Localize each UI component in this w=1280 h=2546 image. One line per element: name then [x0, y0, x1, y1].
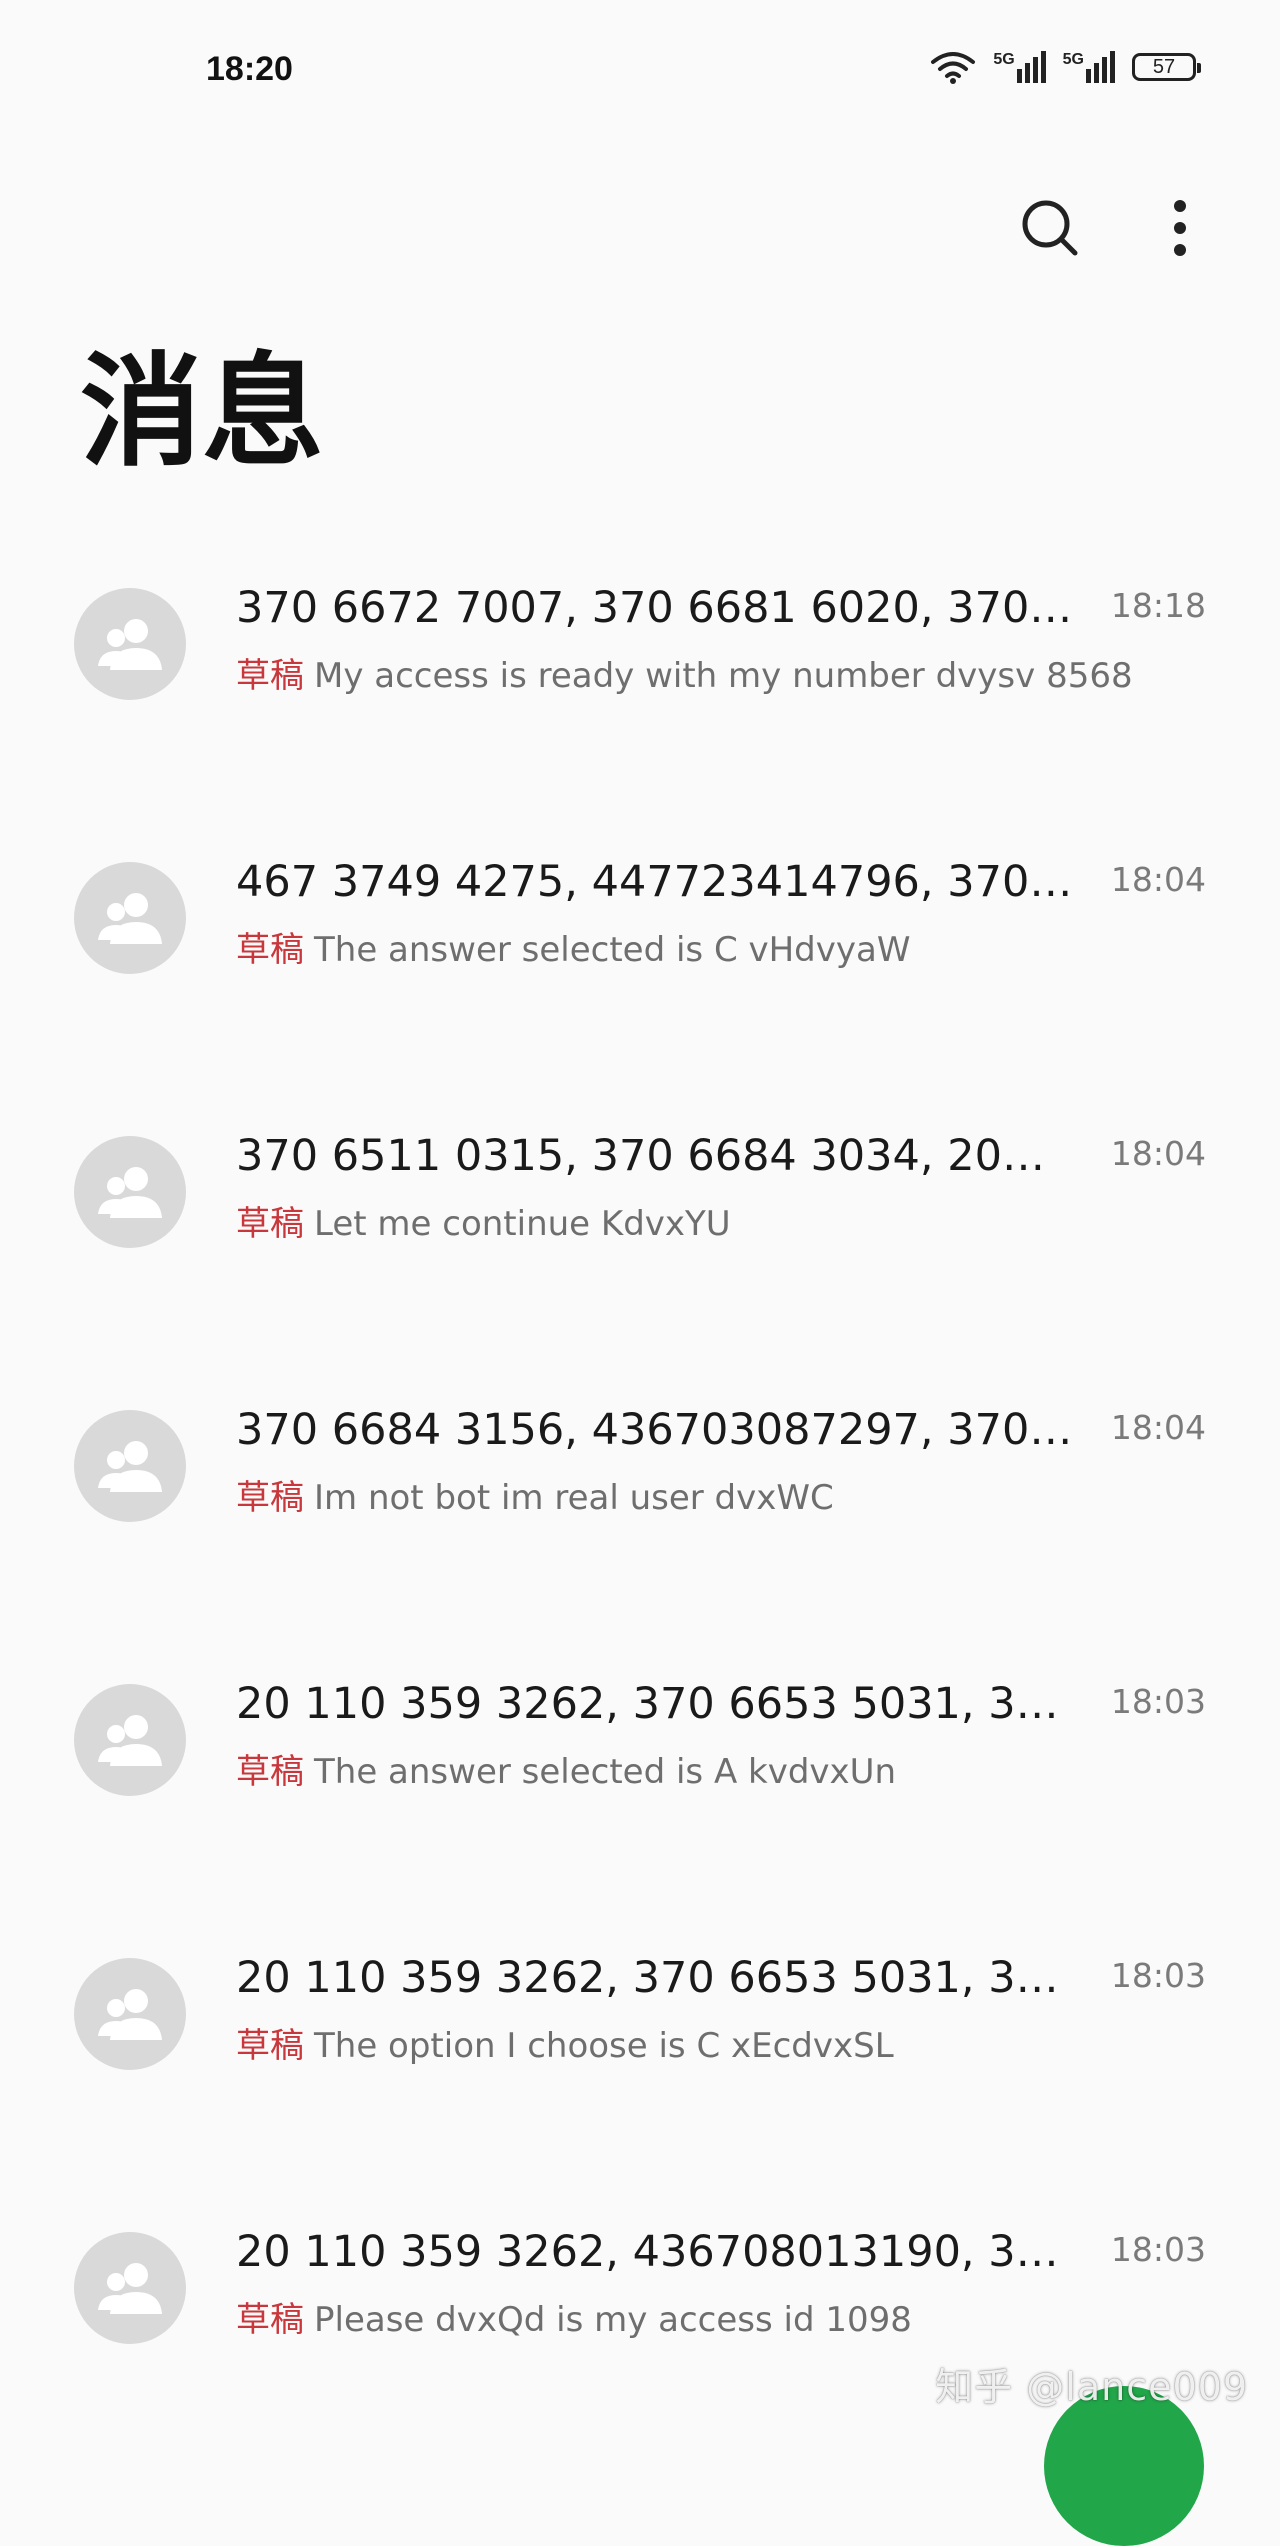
draft-label: 草稿: [236, 2300, 304, 2340]
conversation-item[interactable]: 370 6684 3156, 436703087297, 370… 18:04 …: [0, 1362, 1280, 1636]
conversation-time: 18:04: [1110, 860, 1206, 899]
avatar: [74, 588, 186, 700]
conversation-time: 18:03: [1110, 2230, 1206, 2269]
conversation-preview: 草稿 Please dvxQd is my access id 1098: [236, 2296, 1136, 2344]
conversation-time: 18:03: [1110, 1682, 1206, 1721]
status-time: 18:20: [206, 50, 293, 88]
conversation-preview: 草稿 My access is ready with my number dvys…: [236, 652, 1136, 700]
group-contact-icon: [98, 1715, 162, 1766]
conversation-list: 370 6672 7007, 370 6681 6020, 370… 18:18…: [0, 540, 1280, 2458]
conversation-time: 18:18: [1110, 586, 1206, 625]
conversation-item[interactable]: 20 110 359 3262, 370 6653 5031, 3… 18:03…: [0, 1636, 1280, 1910]
status-bar: 18:20 5G 5G 57: [0, 0, 1280, 140]
conversation-preview: 草稿 Im not bot im real user dvxWC: [236, 1474, 1136, 1522]
search-button[interactable]: [1010, 188, 1090, 268]
preview-text: The answer selected is A kvdvxUn: [314, 1752, 897, 1792]
conversation-item[interactable]: 467 3749 4275, 447723414796, 370… 18:04 …: [0, 814, 1280, 1088]
watermark: 知乎 @lance009: [935, 2365, 1248, 2409]
draft-label: 草稿: [236, 2026, 304, 2066]
wifi-icon: [929, 50, 977, 84]
avatar: [74, 1958, 186, 2070]
group-contact-icon: [98, 2263, 162, 2314]
conversation-title: 370 6511 0315, 370 6684 3034, 20…: [236, 1131, 1045, 1181]
status-icons: 5G 5G 57: [929, 50, 1201, 84]
search-icon: [1022, 200, 1078, 256]
preview-text: The answer selected is C vHdvyaW: [314, 930, 911, 970]
draft-label: 草稿: [236, 656, 304, 696]
avatar: [74, 2232, 186, 2344]
group-contact-icon: [98, 619, 162, 670]
preview-text: My access is ready with my number dvysv …: [314, 656, 1133, 696]
preview-text: The option I choose is C xEcdvxSL: [314, 2026, 894, 2066]
group-contact-icon: [98, 1441, 162, 1492]
preview-text: Please dvxQd is my access id 1098: [314, 2300, 912, 2340]
draft-label: 草稿: [236, 1478, 304, 1518]
conversation-time: 18:03: [1110, 1956, 1206, 1995]
conversation-preview: 草稿 Let me continue KdvxYU: [236, 1200, 1136, 1248]
conversation-preview: 草稿 The answer selected is C vHdvyaW: [236, 926, 1136, 974]
avatar: [74, 1410, 186, 1522]
conversation-title: 467 3749 4275, 447723414796, 370…: [236, 857, 1073, 907]
conversation-title: 370 6684 3156, 436703087297, 370…: [236, 1405, 1073, 1455]
conversation-title: 20 110 359 3262, 370 6653 5031, 3…: [236, 1953, 1059, 2003]
conversation-item[interactable]: 370 6672 7007, 370 6681 6020, 370… 18:18…: [0, 540, 1280, 814]
network-type-label: 5G: [993, 51, 1015, 68]
avatar: [74, 862, 186, 974]
more-options-button[interactable]: [1140, 188, 1220, 268]
group-contact-icon: [98, 893, 162, 944]
conversation-title: 20 110 359 3262, 370 6653 5031, 3…: [236, 1679, 1059, 1729]
battery-level: 57: [1152, 55, 1176, 78]
conversation-title: 20 110 359 3262, 436708013190, 3…: [236, 2227, 1059, 2277]
draft-label: 草稿: [236, 1204, 304, 1244]
group-contact-icon: [98, 1167, 162, 1218]
conversation-preview: 草稿 The option I choose is C xEcdvxSL: [236, 2022, 1136, 2070]
conversation-item[interactable]: 370 6511 0315, 370 6684 3034, 20… 18:04 …: [0, 1088, 1280, 1362]
cellular-signal-icon: 5G: [993, 51, 1046, 83]
draft-label: 草稿: [236, 1752, 304, 1792]
conversation-preview: 草稿 The answer selected is A kvdvxUn: [236, 1748, 1136, 1796]
battery-icon: 57: [1132, 53, 1201, 81]
conversation-item[interactable]: 20 110 359 3262, 370 6653 5031, 3… 18:03…: [0, 1910, 1280, 2184]
preview-text: Im not bot im real user dvxWC: [314, 1478, 834, 1518]
page-title: 消息: [80, 339, 324, 483]
draft-label: 草稿: [236, 930, 304, 970]
network-type-label: 5G: [1062, 51, 1084, 68]
preview-text: Let me continue KdvxYU: [314, 1204, 731, 1244]
group-contact-icon: [98, 1989, 162, 2040]
conversation-time: 18:04: [1110, 1408, 1206, 1447]
conversation-time: 18:04: [1110, 1134, 1206, 1173]
conversation-title: 370 6672 7007, 370 6681 6020, 370…: [236, 583, 1073, 633]
more-vertical-icon: [1174, 200, 1186, 256]
avatar: [74, 1684, 186, 1796]
cellular-signal-icon-2: 5G: [1063, 51, 1116, 83]
avatar: [74, 1136, 186, 1248]
